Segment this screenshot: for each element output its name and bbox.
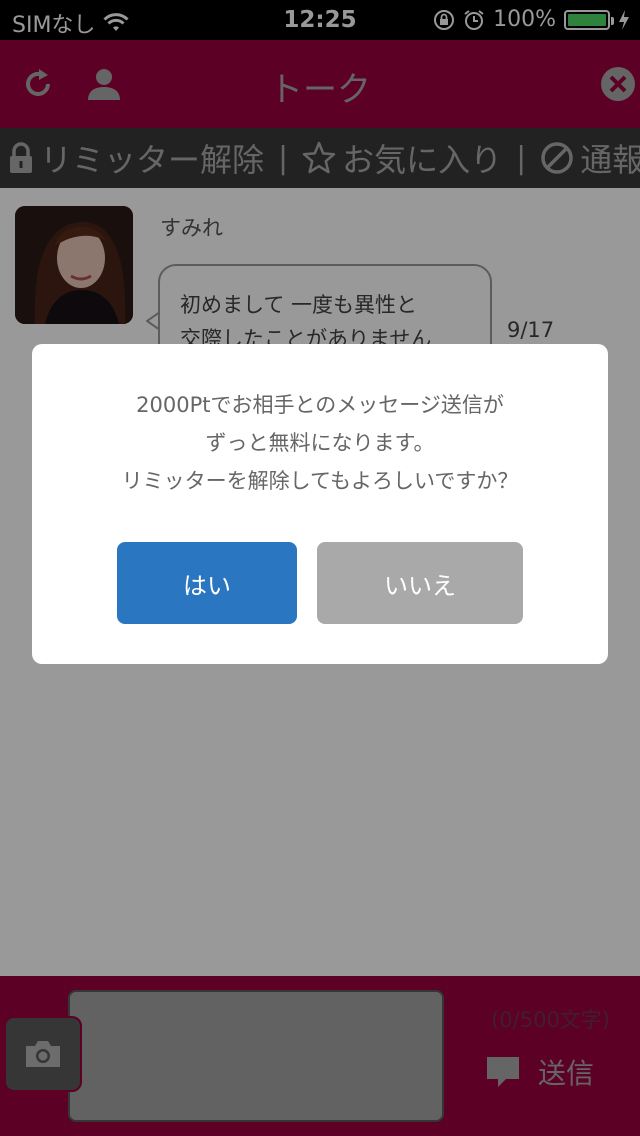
yes-button[interactable]: はい — [117, 542, 297, 624]
dialog-message-line: 2000Ptでお相手とのメッセージ送信が — [136, 393, 504, 417]
dialog-message-line: リミッターを解除してもよろしいですか？ — [121, 469, 519, 493]
no-button[interactable]: いいえ — [317, 542, 523, 624]
dialog-message: 2000Ptでお相手とのメッセージ送信が ずっと無料になります。 リミッターを解… — [32, 386, 608, 500]
confirm-dialog: 2000Ptでお相手とのメッセージ送信が ずっと無料になります。 リミッターを解… — [32, 344, 608, 664]
dialog-message-line: ずっと無料になります。 — [205, 431, 435, 455]
